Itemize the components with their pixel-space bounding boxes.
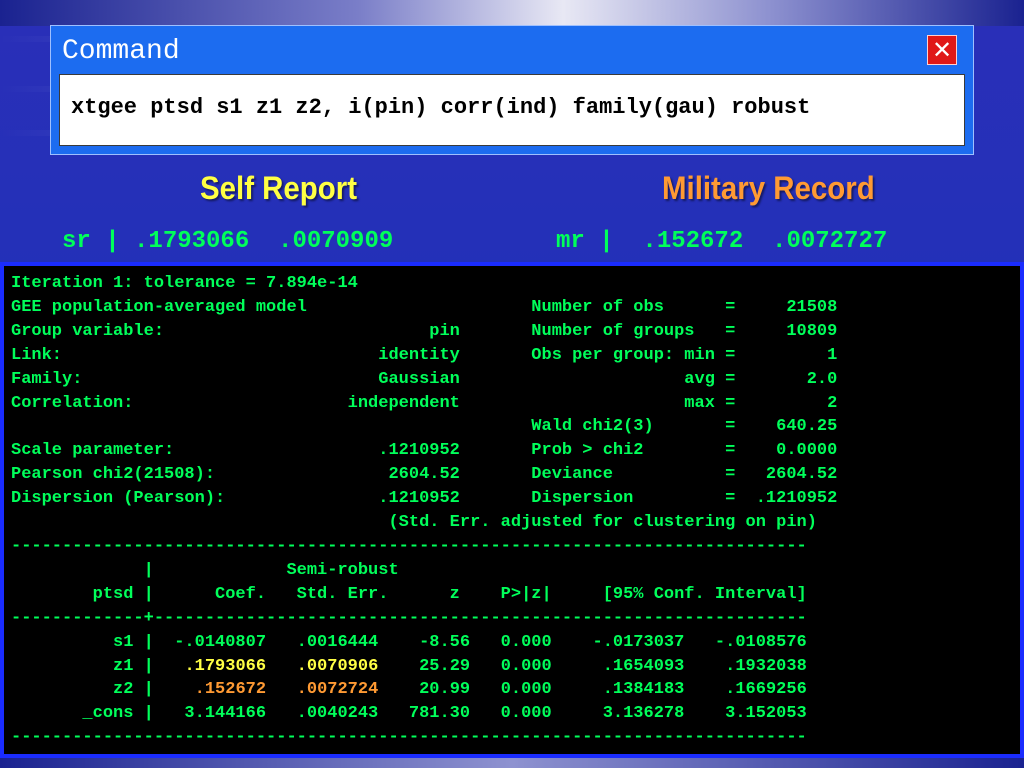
close-icon[interactable]: ✕ xyxy=(927,35,957,65)
z1-coef-highlight: .1793066 xyxy=(184,656,267,676)
output-line: Link: identity Obs per group: min = 1 xyxy=(11,345,838,365)
military-record-heading: Military Record xyxy=(662,170,875,206)
output-line: GEE population-averaged model Number of … xyxy=(11,297,838,317)
output-line: Dispersion (Pearson): .1210952 Dispersio… xyxy=(11,489,838,509)
table-row-cons: _cons | 3.144166 .0040243 781.30 0.000 3… xyxy=(11,704,807,724)
row-gap xyxy=(266,657,297,676)
results-output: Iteration 1: tolerance = 7.894e-14 GEE p… xyxy=(11,272,837,750)
sr-estimate-line: sr | .1793066 .0070909 xyxy=(62,228,394,255)
mr-estimate-line: mr | .152672 .0072727 xyxy=(556,228,888,255)
table-row-s1: s1 | -.0140807 .0016444 -8.56 0.000 -.01… xyxy=(11,632,807,652)
separator-line: ----------------------------------------… xyxy=(11,536,807,556)
separator-line: ----------------------------------------… xyxy=(11,728,807,748)
table-row-z2: z2 | .152672 .0072724 20.99 0.000 .13841… xyxy=(11,680,807,699)
top-gradient-band xyxy=(0,0,1024,26)
output-line: Wald chi2(3) = 640.25 xyxy=(11,417,838,437)
row-label: z1 | xyxy=(11,656,185,676)
table-header-line: | Semi-robust xyxy=(11,560,399,580)
output-line: Pearson chi2(21508): 2604.52 Deviance = … xyxy=(11,465,838,485)
z2-coef-highlight: .152672 xyxy=(194,680,267,700)
bottom-gradient-band xyxy=(0,758,1024,768)
output-line: Correlation: independent max = 2 xyxy=(11,393,838,413)
table-header-line: ptsd | Coef. Std. Err. z P>|z| [95% Conf… xyxy=(11,584,807,604)
z2-se-highlight: .0072724 xyxy=(296,680,379,700)
output-line: Scale parameter: .1210952 Prob > chi2 = … xyxy=(11,441,838,461)
results-window: Iteration 1: tolerance = 7.894e-14 GEE p… xyxy=(0,262,1024,758)
separator-line: -------------+--------------------------… xyxy=(11,608,807,628)
row-rest: 20.99 0.000 .1384183 .1669256 xyxy=(378,680,807,700)
command-window: Command ✕ xtgee ptsd s1 z1 z2, i(pin) co… xyxy=(50,25,974,155)
output-line: Family: Gaussian avg = 2.0 xyxy=(11,369,838,389)
command-input[interactable]: xtgee ptsd s1 z1 z2, i(pin) corr(ind) fa… xyxy=(59,74,965,146)
row-rest: 25.29 0.000 .1654093 .1932038 xyxy=(378,656,807,676)
output-line: (Std. Err. adjusted for clustering on pi… xyxy=(11,513,817,533)
command-window-title: Command xyxy=(62,36,180,67)
self-report-heading: Self Report xyxy=(200,170,358,206)
z1-se-highlight: .0070906 xyxy=(296,656,379,676)
output-line: Group variable: pin Number of groups = 1… xyxy=(11,321,838,341)
row-gap xyxy=(266,680,297,699)
output-line: Iteration 1: tolerance = 7.894e-14 xyxy=(11,274,358,293)
row-label: z2 | xyxy=(11,680,195,700)
table-row-z1: z1 | .1793066 .0070906 25.29 0.000 .1654… xyxy=(11,657,807,676)
